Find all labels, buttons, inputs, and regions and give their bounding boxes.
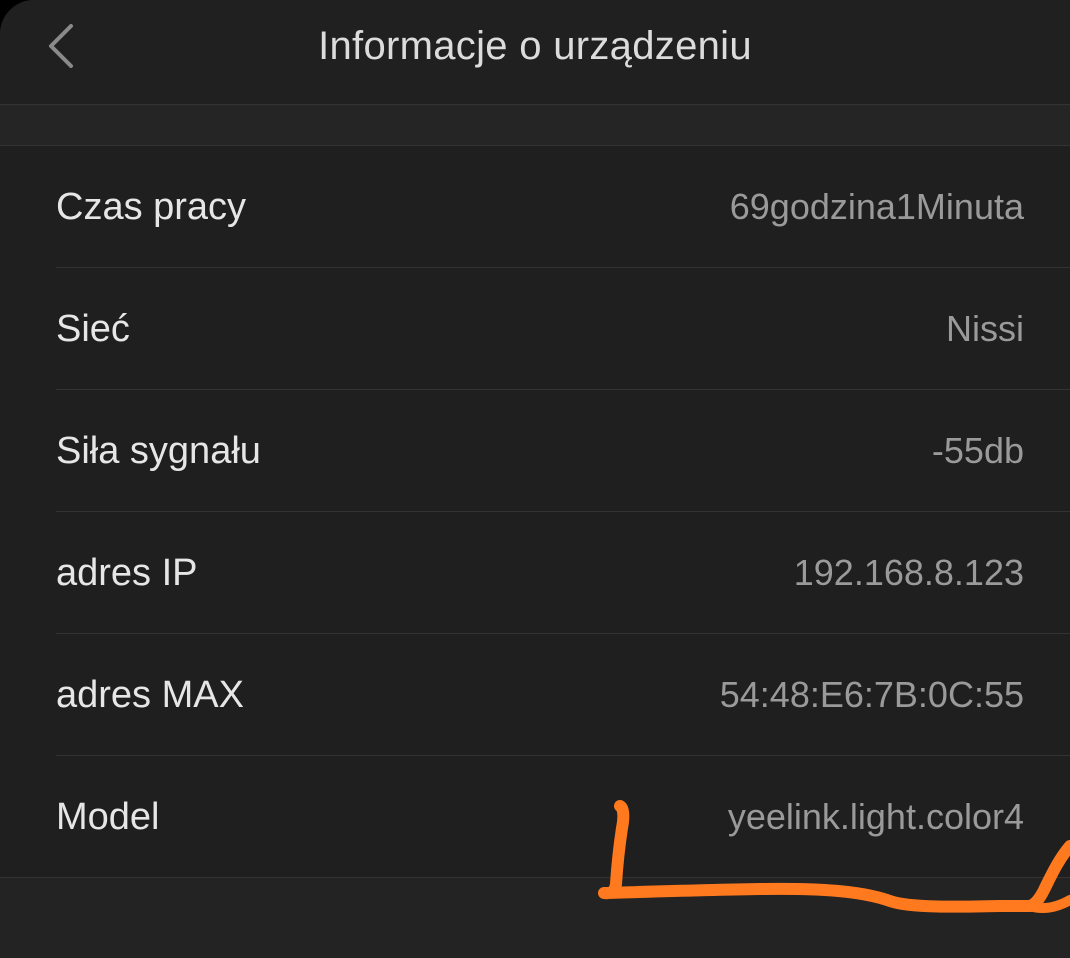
signal-strength-value: -55db	[931, 430, 1024, 471]
network-value: Nissi	[946, 308, 1024, 349]
ip-address-value: 192.168.8.123	[793, 552, 1024, 593]
header-bar: Informacje o urządzeniu	[0, 0, 1070, 105]
mac-address-label: adres MAX	[56, 674, 244, 716]
model-value: yeelink.light.color4	[727, 796, 1024, 837]
uptime-label: Czas pracy	[56, 186, 247, 228]
list-item-model[interactable]: Model yeelink.light.color4	[0, 756, 1070, 878]
device-info-screen: Informacje o urządzeniu Czas pracy 69god…	[0, 0, 1070, 958]
list-item-network[interactable]: Sieć Nissi	[0, 268, 1070, 390]
footer-area	[0, 878, 1070, 958]
ip-address-label: adres IP	[56, 552, 198, 594]
list-item-signal-strength[interactable]: Siła sygnału -55db	[0, 390, 1070, 512]
section-spacer	[0, 105, 1070, 146]
device-info-list: Czas pracy 69godzina1Minuta Sieć Nissi S…	[0, 146, 1070, 878]
network-label: Sieć	[56, 308, 130, 350]
uptime-value: 69godzina1Minuta	[729, 186, 1024, 227]
list-item-ip-address[interactable]: adres IP 192.168.8.123	[0, 512, 1070, 634]
mac-address-value: 54:48:E6:7B:0C:55	[719, 674, 1024, 715]
model-label: Model	[56, 796, 160, 838]
list-item-mac-address[interactable]: adres MAX 54:48:E6:7B:0C:55	[0, 634, 1070, 756]
list-item-uptime[interactable]: Czas pracy 69godzina1Minuta	[0, 146, 1070, 268]
signal-strength-label: Siła sygnału	[56, 430, 261, 472]
page-title: Informacje o urządzeniu	[318, 24, 752, 68]
